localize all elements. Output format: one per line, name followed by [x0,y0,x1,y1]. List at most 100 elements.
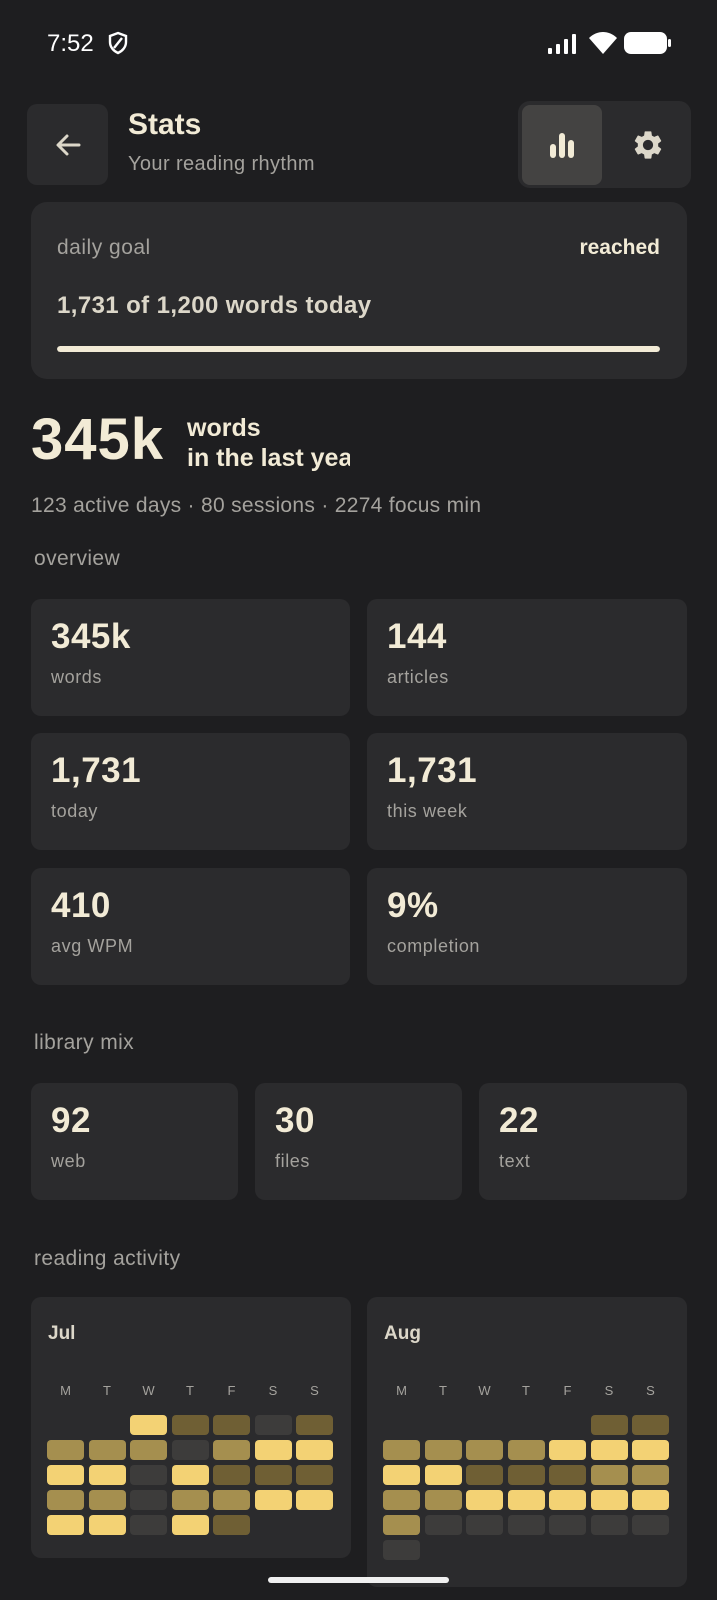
day-cell[interactable] [88,1490,126,1510]
library-label: files [275,1151,311,1171]
goal-status: reached [579,236,660,259]
wifi-icon [588,31,618,60]
day-cell[interactable] [296,1440,333,1460]
day-cell[interactable] [171,1490,209,1510]
day-cell[interactable] [88,1440,126,1460]
weekday-label: W [142,1383,155,1398]
day-cell[interactable] [632,1465,669,1485]
day-cell[interactable] [424,1465,462,1485]
day-cell[interactable] [507,1490,545,1510]
weekday-label: T [103,1383,111,1398]
day-cell[interactable] [213,1465,250,1485]
day-cell[interactable] [383,1465,420,1485]
day-cell[interactable] [632,1440,669,1460]
day-cell[interactable] [507,1465,545,1485]
day-cell[interactable] [507,1440,545,1460]
day-cell[interactable] [171,1465,209,1485]
day-cell[interactable] [47,1465,84,1485]
library-value: 92 [51,1101,91,1140]
day-cell[interactable] [549,1490,586,1510]
day-cell[interactable] [130,1515,167,1535]
day-cell[interactable] [47,1490,84,1510]
signal-icon [547,33,579,60]
back-button[interactable] [27,104,108,185]
day-cell[interactable] [130,1490,167,1510]
day-cell[interactable] [254,1465,292,1485]
day-cell[interactable] [383,1490,420,1510]
day-cell[interactable] [383,1515,420,1535]
stat-value: 1,731 [51,751,142,790]
stat-label: this week [387,801,468,821]
day-cell[interactable] [171,1515,209,1535]
stat-card-articles: 144 articles [367,599,687,716]
day-cell[interactable] [88,1465,126,1485]
goal-progress-bar [57,346,660,352]
shield-icon [107,31,129,60]
day-cell[interactable] [254,1440,292,1460]
day-cell[interactable] [88,1515,126,1535]
day-cell[interactable] [171,1415,209,1435]
total-words-value: 345k [31,407,165,472]
stat-value: 9% [387,886,439,925]
day-cell[interactable] [507,1515,545,1535]
stat-card-today: 1,731 today [31,733,350,850]
day-cell[interactable] [549,1515,586,1535]
day-cell[interactable] [47,1440,84,1460]
day-cell[interactable] [590,1490,628,1510]
day-cell[interactable] [383,1540,420,1560]
stats-tab-button[interactable] [522,105,602,185]
day-cell[interactable] [424,1490,462,1510]
stat-label: articles [387,667,449,687]
goal-progress-fill [57,346,660,352]
page-title: Stats [128,108,202,141]
home-indicator[interactable] [268,1577,449,1583]
weekday-label: F [227,1383,236,1398]
overview-heading: overview [34,547,121,570]
day-cell[interactable] [296,1415,333,1435]
library-value: 30 [275,1101,315,1140]
page-subtitle: Your reading rhythm [128,153,315,175]
day-cell[interactable] [171,1440,209,1460]
day-cell[interactable] [296,1490,333,1510]
day-cell[interactable] [130,1465,167,1485]
day-cell[interactable] [466,1490,503,1510]
stat-card-avg-wpm: 410 avg WPM [31,868,350,985]
library-label: text [499,1151,531,1171]
day-cell[interactable] [590,1465,628,1485]
day-cell[interactable] [466,1515,503,1535]
stat-card-completion: 9% completion [367,868,687,985]
battery-icon [624,32,672,59]
header: Stats Your reading rhythm [0,100,717,190]
settings-button[interactable] [610,105,686,185]
day-cell[interactable] [466,1440,503,1460]
day-cell[interactable] [254,1415,292,1435]
library-value: 22 [499,1101,539,1140]
day-cell[interactable] [632,1490,669,1510]
day-cell[interactable] [590,1440,628,1460]
day-cell[interactable] [466,1465,503,1485]
arrow-left-icon [56,134,80,155]
day-cell[interactable] [213,1440,250,1460]
day-cell[interactable] [254,1490,292,1510]
day-cell[interactable] [213,1490,250,1510]
day-cell[interactable] [632,1515,669,1535]
day-cell[interactable] [130,1415,167,1435]
total-words-period: in the last year [187,444,350,472]
day-cell[interactable] [590,1415,628,1435]
day-cell[interactable] [130,1440,167,1460]
day-cell[interactable] [383,1440,420,1460]
day-cell[interactable] [296,1465,333,1485]
day-cell[interactable] [590,1515,628,1535]
weekday-label: T [186,1383,194,1398]
view-switcher [518,101,691,188]
day-cell[interactable] [424,1440,462,1460]
day-cell[interactable] [549,1465,586,1485]
library-card-text: 22 text [479,1083,687,1200]
day-cell[interactable] [632,1415,669,1435]
day-cell[interactable] [47,1515,84,1535]
weekday-label: S [310,1383,319,1398]
day-cell[interactable] [213,1515,250,1535]
day-cell[interactable] [424,1515,462,1535]
day-cell[interactable] [549,1440,586,1460]
day-cell[interactable] [213,1415,250,1435]
